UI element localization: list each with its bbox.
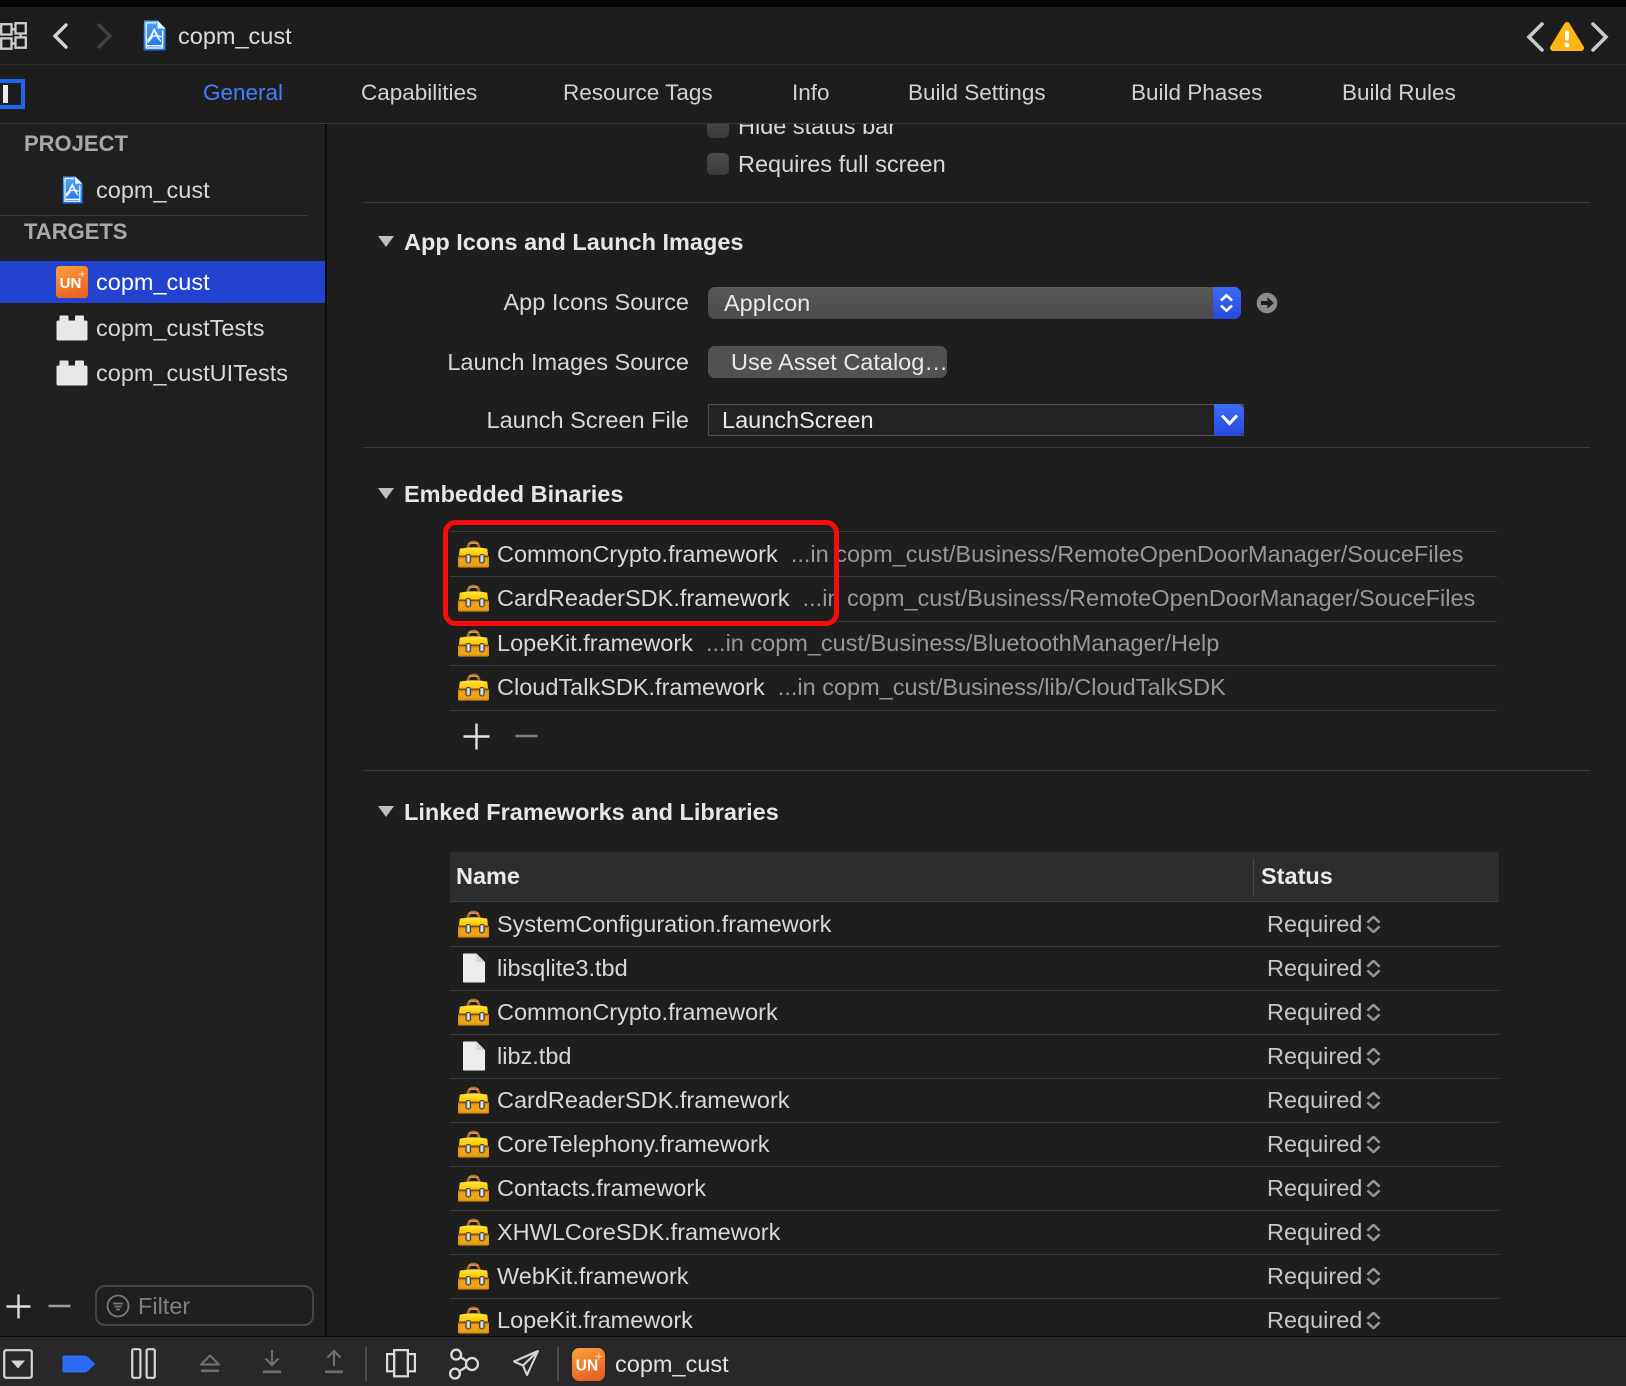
svg-text:+: +	[78, 267, 85, 281]
svg-text:+: +	[595, 1349, 602, 1363]
